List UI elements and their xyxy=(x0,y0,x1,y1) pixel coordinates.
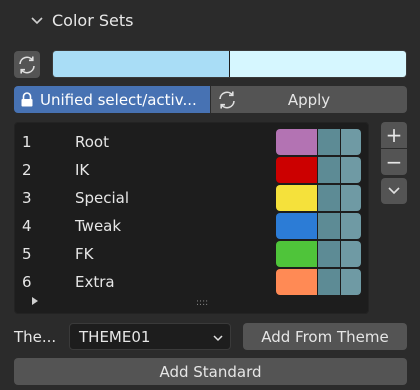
normal-color-swatch[interactable] xyxy=(276,157,317,183)
select-color-swatch[interactable] xyxy=(318,213,340,239)
list-item[interactable]: 5 FK xyxy=(15,240,368,268)
plus-icon: + xyxy=(385,123,403,147)
refresh-icon xyxy=(219,91,235,109)
select-color-swatch[interactable] xyxy=(318,241,340,267)
chevron-down-icon xyxy=(213,335,223,342)
normal-color-swatch[interactable] xyxy=(276,129,317,155)
active-color-swatch[interactable] xyxy=(341,157,361,183)
lock-icon xyxy=(21,92,33,107)
preview-color-left[interactable] xyxy=(53,51,230,77)
preview-color-right[interactable] xyxy=(230,51,406,77)
list-item-number: 1 xyxy=(22,133,32,151)
active-color-swatch[interactable] xyxy=(341,269,361,295)
theme-select-value: THEME01 xyxy=(79,327,151,346)
sync-colors-button[interactable] xyxy=(14,51,40,78)
list-item-name[interactable]: IK xyxy=(75,161,89,179)
remove-color-set-button[interactable]: − xyxy=(381,149,407,175)
minus-icon: − xyxy=(385,150,403,174)
color-swatch-group xyxy=(276,213,361,239)
color-swatch-group xyxy=(276,241,361,267)
normal-color-swatch[interactable] xyxy=(276,185,317,211)
apply-label: Apply xyxy=(287,90,331,109)
active-color-swatch[interactable] xyxy=(341,185,361,211)
list-item[interactable]: 1 Root xyxy=(15,128,368,156)
list-item[interactable]: 2 IK xyxy=(15,156,368,184)
panel-header-color-sets[interactable]: Color Sets xyxy=(0,0,420,44)
list-item[interactable]: 6 Extra xyxy=(15,268,368,296)
list-item-name[interactable]: Special xyxy=(75,189,129,207)
list-item-number: 3 xyxy=(22,189,32,207)
add-from-theme-button[interactable]: Add From Theme xyxy=(243,323,407,350)
theme-label: The... xyxy=(14,328,57,346)
resize-grip-icon[interactable]: :::: xyxy=(196,298,208,308)
apply-button[interactable]: Apply xyxy=(211,86,407,113)
color-swatch-group xyxy=(276,129,361,155)
chevron-down-icon xyxy=(31,17,43,25)
list-item[interactable]: 3 Special xyxy=(15,184,368,212)
select-color-swatch[interactable] xyxy=(318,185,340,211)
select-color-swatch[interactable] xyxy=(318,157,340,183)
add-color-set-button[interactable]: + xyxy=(381,122,407,148)
panel-title: Color Sets xyxy=(52,11,134,30)
active-color-swatch[interactable] xyxy=(341,213,361,239)
chevron-down-icon xyxy=(388,187,400,195)
select-color-swatch[interactable] xyxy=(318,129,340,155)
color-preview-bar[interactable] xyxy=(52,50,407,78)
normal-color-swatch[interactable] xyxy=(276,269,317,295)
color-swatch-group xyxy=(276,185,361,211)
active-color-swatch[interactable] xyxy=(341,241,361,267)
list-item-number: 5 xyxy=(22,245,32,263)
color-set-specials-menu[interactable] xyxy=(381,178,407,204)
list-item-name[interactable]: Extra xyxy=(75,273,115,291)
normal-color-swatch[interactable] xyxy=(276,241,317,267)
normal-color-swatch[interactable] xyxy=(276,213,317,239)
theme-select[interactable]: THEME01 xyxy=(69,323,231,350)
color-swatch-group xyxy=(276,269,361,295)
add-standard-label: Add Standard xyxy=(159,362,262,381)
color-swatch-group xyxy=(276,157,361,183)
list-item-number: 2 xyxy=(22,161,32,179)
list-item-name[interactable]: Tweak xyxy=(75,217,121,235)
expand-filter-icon[interactable] xyxy=(31,297,39,305)
refresh-icon xyxy=(19,56,35,73)
unified-select-toggle[interactable]: Unified select/activ... xyxy=(14,86,210,113)
selection-sync-row: Unified select/activ... Apply xyxy=(14,86,407,113)
active-color-swatch[interactable] xyxy=(341,129,361,155)
list-item-number: 6 xyxy=(22,273,32,291)
list-item-name[interactable]: Root xyxy=(75,133,109,151)
color-set-list[interactable]: 1 Root 2 IK 3 Special 4 Tweak 5 FK 6 Ext… xyxy=(14,122,369,314)
unified-select-label: Unified select/activ... xyxy=(40,90,197,109)
select-color-swatch[interactable] xyxy=(318,269,340,295)
list-item-name[interactable]: FK xyxy=(75,245,93,263)
list-item[interactable]: 4 Tweak xyxy=(15,212,368,240)
add-standard-button[interactable]: Add Standard xyxy=(14,358,407,385)
list-item-number: 4 xyxy=(22,217,32,235)
add-from-theme-label: Add From Theme xyxy=(261,327,389,346)
